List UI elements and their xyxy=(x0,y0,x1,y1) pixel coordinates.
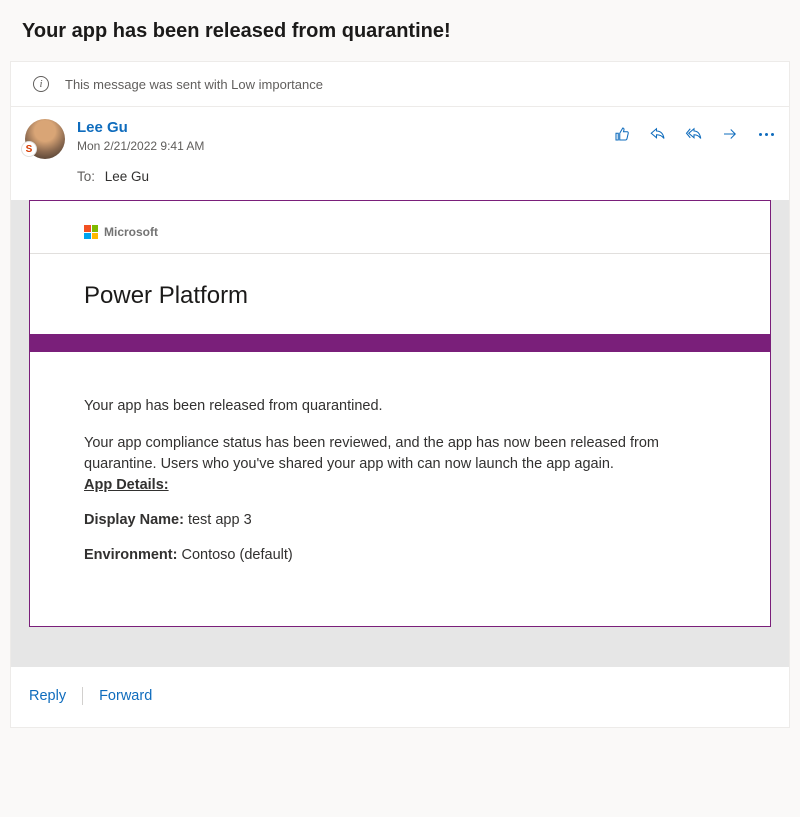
message-actions xyxy=(613,119,775,143)
display-name-label: Display Name: xyxy=(84,512,184,528)
environment-label: Environment: xyxy=(84,547,177,563)
message-pane: i This message was sent with Low importa… xyxy=(10,61,790,728)
reply-button[interactable]: Reply xyxy=(29,688,66,704)
microsoft-logo-row: Microsoft xyxy=(30,201,770,254)
product-title: Power Platform xyxy=(30,254,770,334)
display-name-value: test app 3 xyxy=(188,512,252,528)
to-value: Lee Gu xyxy=(105,169,149,184)
separator xyxy=(82,687,83,705)
reply-icon[interactable] xyxy=(649,125,667,143)
body-line-2: Your app compliance status has been revi… xyxy=(84,433,716,475)
reply-all-icon[interactable] xyxy=(685,125,703,143)
importance-text: This message was sent with Low importanc… xyxy=(65,77,323,92)
email-body-wrapper: Microsoft Power Platform Your app has be… xyxy=(11,200,789,667)
display-name-row: Display Name: test app 3 xyxy=(84,510,716,531)
presence-badge: S xyxy=(21,141,37,157)
environment-row: Environment: Contoso (default) xyxy=(84,545,716,566)
avatar[interactable]: S xyxy=(25,119,65,159)
to-label: To: xyxy=(77,169,95,184)
sender-name[interactable]: Lee Gu xyxy=(77,119,601,137)
microsoft-logo-text: Microsoft xyxy=(104,225,158,239)
environment-value: Contoso (default) xyxy=(181,547,292,563)
email-body-content: Your app has been released from quaranti… xyxy=(30,352,770,626)
info-icon: i xyxy=(33,76,49,92)
accent-bar xyxy=(30,334,770,352)
message-header: S Lee Gu Mon 2/21/2022 9:41 AM xyxy=(11,107,789,163)
recipients-line: To: Lee Gu xyxy=(11,163,789,200)
microsoft-logo-icon xyxy=(84,225,98,239)
forward-button[interactable]: Forward xyxy=(99,688,152,704)
footer-actions: Reply Forward xyxy=(11,667,789,727)
like-icon[interactable] xyxy=(613,125,631,143)
more-actions-icon[interactable] xyxy=(757,125,775,143)
body-line-1: Your app has been released from quaranti… xyxy=(84,396,716,417)
forward-icon[interactable] xyxy=(721,125,739,143)
importance-bar: i This message was sent with Low importa… xyxy=(11,62,789,107)
email-body-card: Microsoft Power Platform Your app has be… xyxy=(29,200,771,627)
app-details-heading: App Details: xyxy=(84,477,169,493)
email-subject: Your app has been released from quaranti… xyxy=(10,10,790,61)
sent-timestamp: Mon 2/21/2022 9:41 AM xyxy=(77,139,601,153)
